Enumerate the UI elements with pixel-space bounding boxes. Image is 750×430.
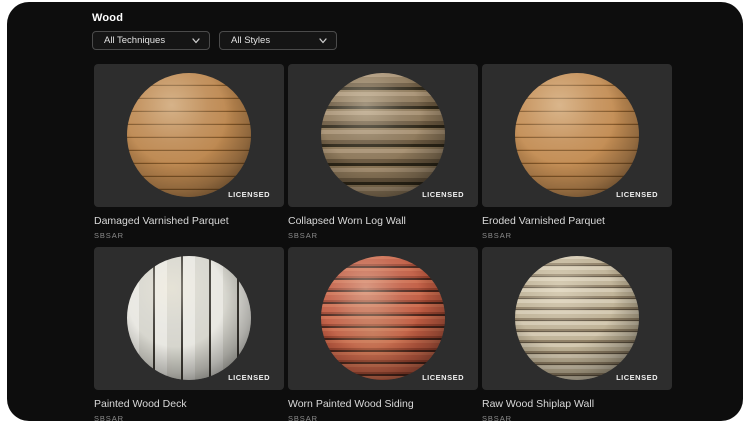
licensed-badge: LICENSED: [228, 190, 270, 199]
chevron-down-icon: [319, 38, 327, 44]
material-card: LICENSED Worn Painted Wood Siding SBSAR: [288, 247, 478, 430]
material-title[interactable]: Eroded Varnished Parquet: [482, 215, 672, 227]
material-title[interactable]: Painted Wood Deck: [94, 398, 284, 410]
material-card: LICENSED Painted Wood Deck SBSAR: [94, 247, 284, 430]
techniques-dropdown-value: All Techniques: [104, 35, 166, 46]
material-sphere-preview: [127, 73, 251, 197]
material-thumbnail[interactable]: LICENSED: [94, 64, 284, 207]
material-thumbnail[interactable]: LICENSED: [482, 247, 672, 390]
material-title[interactable]: Raw Wood Shiplap Wall: [482, 398, 672, 410]
material-sphere-preview: [127, 256, 251, 380]
material-card: LICENSED Collapsed Worn Log Wall SBSAR: [288, 64, 478, 247]
material-title[interactable]: Worn Painted Wood Siding: [288, 398, 478, 410]
styles-dropdown-value: All Styles: [231, 35, 271, 46]
material-card: LICENSED Eroded Varnished Parquet SBSAR: [482, 64, 672, 247]
materials-grid: LICENSED Damaged Varnished Parquet SBSAR…: [94, 64, 672, 430]
techniques-dropdown[interactable]: All Techniques: [92, 31, 210, 50]
material-format: SBSAR: [94, 231, 124, 240]
material-title[interactable]: Collapsed Worn Log Wall: [288, 215, 478, 227]
material-sphere-preview: [515, 256, 639, 380]
material-sphere-preview: [515, 73, 639, 197]
assets-panel: Wood All Techniques All Styles LICENSED …: [7, 2, 743, 423]
licensed-badge: LICENSED: [228, 373, 270, 382]
material-thumbnail[interactable]: LICENSED: [288, 64, 478, 207]
licensed-badge: LICENSED: [422, 373, 464, 382]
material-thumbnail[interactable]: LICENSED: [288, 247, 478, 390]
material-format: SBSAR: [482, 231, 512, 240]
page-title: Wood: [92, 12, 124, 24]
filter-bar: All Techniques All Styles: [92, 31, 337, 50]
chevron-down-icon: [192, 38, 200, 44]
material-thumbnail[interactable]: LICENSED: [482, 64, 672, 207]
licensed-badge: LICENSED: [422, 190, 464, 199]
material-format: SBSAR: [288, 231, 318, 240]
styles-dropdown[interactable]: All Styles: [219, 31, 337, 50]
material-card: LICENSED Damaged Varnished Parquet SBSAR: [94, 64, 284, 247]
material-thumbnail[interactable]: LICENSED: [94, 247, 284, 390]
material-card: LICENSED Raw Wood Shiplap Wall SBSAR: [482, 247, 672, 430]
material-sphere-preview: [321, 256, 445, 380]
material-title[interactable]: Damaged Varnished Parquet: [94, 215, 284, 227]
licensed-badge: LICENSED: [616, 373, 658, 382]
material-sphere-preview: [321, 73, 445, 197]
licensed-badge: LICENSED: [616, 190, 658, 199]
